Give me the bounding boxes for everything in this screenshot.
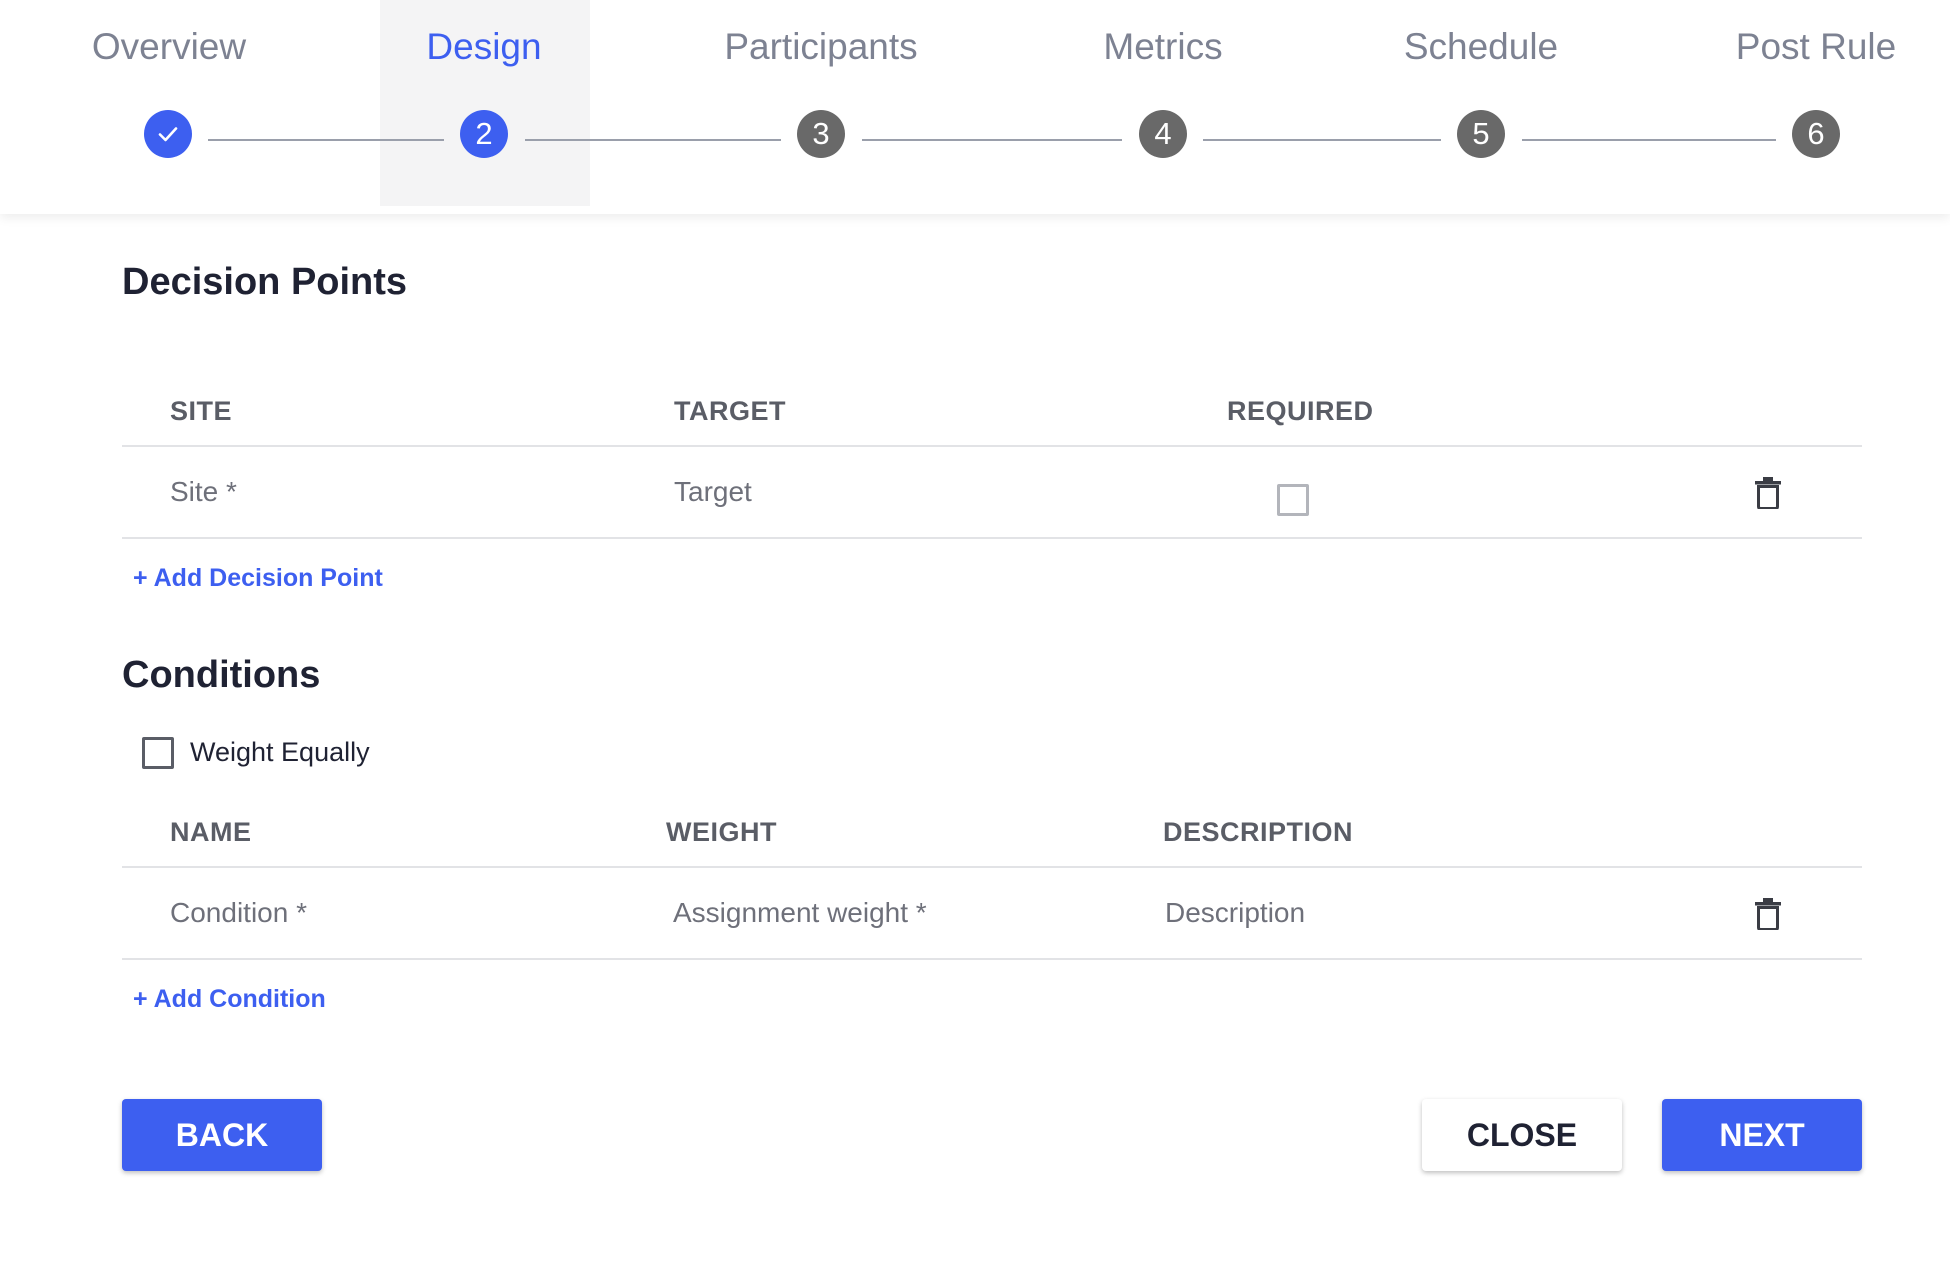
step-connector	[1203, 139, 1441, 141]
step-connector	[862, 139, 1122, 141]
column-header-name: NAME	[170, 817, 252, 847]
step-circle-design[interactable]: 2	[460, 110, 508, 158]
step-circle-overview[interactable]	[144, 110, 192, 158]
checkmark-icon	[158, 127, 178, 142]
conditions-title: Conditions	[122, 654, 321, 696]
delete-icon[interactable]	[1755, 898, 1781, 930]
step-label-schedule[interactable]: Schedule	[1404, 26, 1558, 68]
assignment-weight-input[interactable]: Assignment weight *	[673, 897, 927, 929]
table-divider	[122, 445, 1862, 447]
step-label-overview[interactable]: Overview	[92, 26, 246, 68]
back-button[interactable]: BACK	[122, 1099, 322, 1171]
site-input[interactable]: Site *	[170, 476, 237, 508]
step-connector	[1522, 139, 1776, 141]
column-header-description: DESCRIPTION	[1163, 817, 1354, 847]
step-circle-schedule[interactable]: 5	[1457, 110, 1505, 158]
step-connector	[525, 139, 781, 141]
target-input[interactable]: Target	[674, 476, 752, 508]
step-circle-post-rule[interactable]: 6	[1792, 110, 1840, 158]
condition-name-input[interactable]: Condition *	[170, 897, 307, 929]
column-header-required: REQUIRED	[1227, 396, 1374, 426]
add-decision-point-link[interactable]: + Add Decision Point	[133, 564, 383, 593]
description-input[interactable]: Description	[1165, 897, 1305, 929]
weight-equally-checkbox[interactable]	[142, 737, 174, 769]
close-button[interactable]: CLOSE	[1422, 1099, 1622, 1171]
add-condition-link[interactable]: + Add Condition	[133, 985, 326, 1014]
step-label-metrics[interactable]: Metrics	[1103, 26, 1222, 68]
decision-points-title: Decision Points	[122, 261, 408, 303]
table-divider	[122, 866, 1862, 868]
column-header-weight: WEIGHT	[666, 817, 777, 847]
weight-equally-label: Weight Equally	[190, 737, 370, 767]
step-label-participants[interactable]: Participants	[724, 26, 917, 68]
table-divider	[122, 537, 1862, 539]
step-label-post-rule[interactable]: Post Rule	[1736, 26, 1896, 68]
step-circle-metrics[interactable]: 4	[1139, 110, 1187, 158]
next-button[interactable]: NEXT	[1662, 1099, 1862, 1171]
step-circle-participants[interactable]: 3	[797, 110, 845, 158]
column-header-target: TARGET	[674, 396, 786, 426]
table-divider	[122, 958, 1862, 960]
step-label-design[interactable]: Design	[426, 26, 541, 68]
delete-icon[interactable]	[1755, 477, 1781, 509]
stepper: Overview Design Participants Metrics Sch…	[0, 0, 1950, 214]
column-header-site: SITE	[170, 396, 233, 426]
required-checkbox[interactable]	[1277, 484, 1309, 516]
step-connector	[208, 139, 444, 141]
